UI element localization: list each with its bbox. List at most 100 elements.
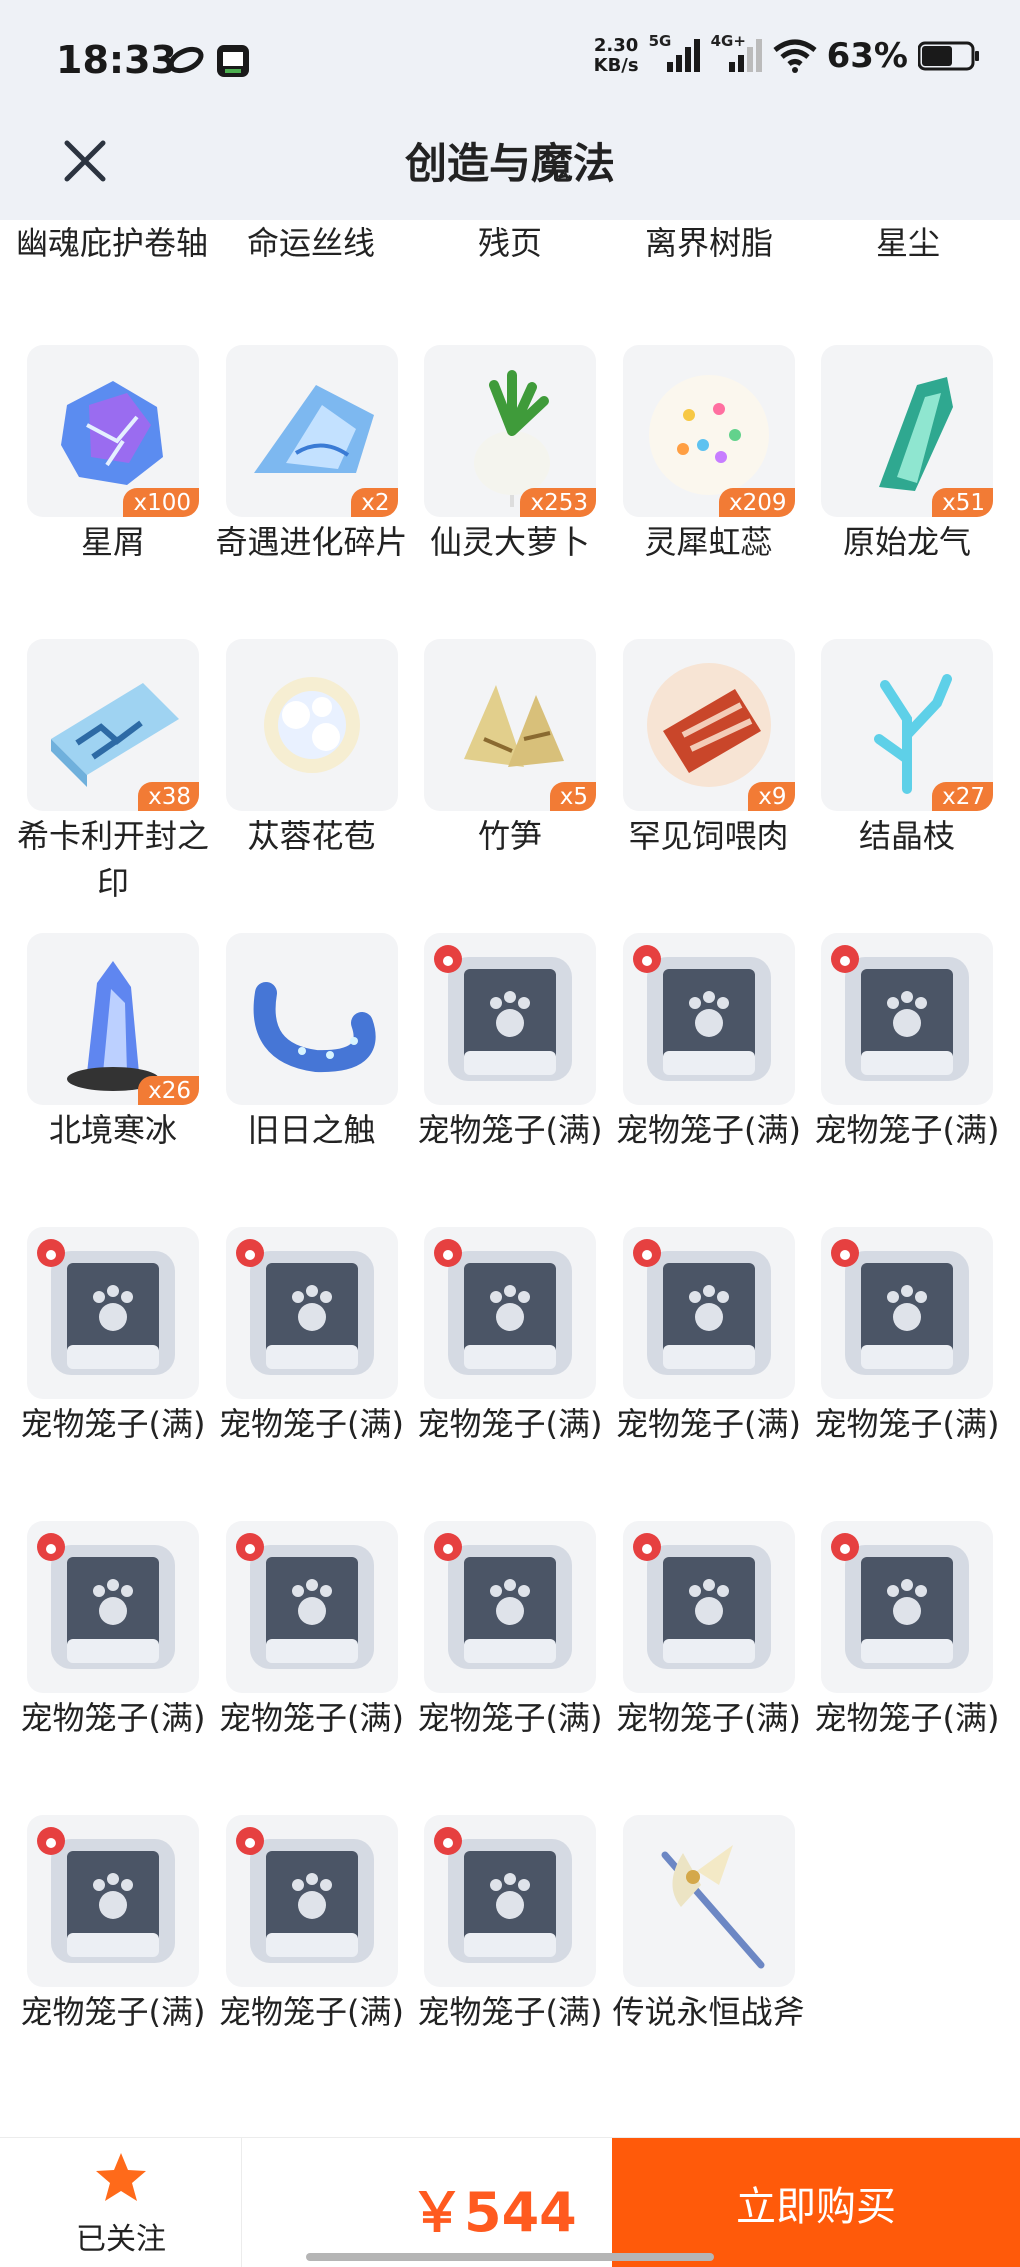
grid-item[interactable]: x209 灵犀虹蕊 bbox=[622, 345, 797, 566]
item-thumbnail: x100 bbox=[27, 345, 199, 517]
pet-cage-icon bbox=[831, 1239, 969, 1375]
grid-item[interactable]: 宠物笼子(满) bbox=[815, 1227, 999, 1448]
grid-item[interactable]: x26 北境寒冰 bbox=[27, 933, 201, 1154]
page-header: 创造与魔法 bbox=[0, 110, 1020, 220]
grid-item[interactable]: 宠物笼子(满) bbox=[418, 1521, 602, 1742]
item-count-badge: x9 bbox=[748, 782, 795, 811]
item-thumbnail bbox=[225, 933, 398, 1105]
grid-item[interactable]: 宠物笼子(满) bbox=[219, 1227, 404, 1448]
grid-item[interactable]: 宠物笼子(满) bbox=[418, 1815, 602, 2036]
grid-item[interactable]: 苁蓉花苞 bbox=[225, 639, 400, 860]
item-thumbnail bbox=[622, 1815, 795, 1987]
partial-item-label: 离界树脂 bbox=[644, 224, 773, 262]
net-speed-value: 2.30 bbox=[593, 35, 639, 56]
grid-item[interactable]: x27 结晶枝 bbox=[821, 639, 995, 860]
item-label: 宠物笼子(满) bbox=[814, 1699, 1000, 1737]
item-label: 宠物笼子(满) bbox=[417, 1111, 603, 1149]
grid-item[interactable]: 宠物笼子(满) bbox=[815, 1521, 999, 1742]
grid-item[interactable]: 宠物笼子(满) bbox=[815, 933, 999, 1154]
item-thumbnail bbox=[424, 1227, 596, 1399]
grid-item[interactable]: x253 仙灵大萝卜 bbox=[424, 345, 598, 566]
grid-item[interactable]: 宠物笼子(满) bbox=[616, 1227, 801, 1448]
item-label: 宠物笼子(满) bbox=[417, 1405, 603, 1443]
item-thumbnail bbox=[424, 933, 596, 1105]
pet-cage-icon bbox=[37, 1239, 175, 1375]
item-thumbnail bbox=[27, 1521, 199, 1693]
item-thumbnail bbox=[27, 1815, 199, 1987]
item-thumbnail: x253 bbox=[424, 345, 596, 517]
signal-5g: 5G bbox=[649, 32, 701, 76]
item-label: 仙灵大萝卜 bbox=[429, 523, 590, 561]
grid-item[interactable]: 宠物笼子(满) bbox=[418, 1227, 602, 1448]
grid-item[interactable]: 宠物笼子(满) bbox=[616, 933, 801, 1154]
item-thumbnail bbox=[225, 1815, 398, 1987]
item-count-badge: x5 bbox=[549, 782, 596, 811]
grid-item[interactable]: 宠物笼子(满) bbox=[21, 1815, 205, 2036]
item-label: 奇遇进化碎片 bbox=[215, 523, 408, 561]
battery-percent: 63% bbox=[826, 36, 908, 76]
partial-item-label: 命运丝线 bbox=[246, 224, 375, 262]
item-count-badge: x2 bbox=[351, 488, 398, 517]
item-label: 宠物笼子(满) bbox=[814, 1405, 1000, 1443]
item-thumbnail: x27 bbox=[821, 639, 993, 811]
grid-item[interactable]: 传说永恒战斧 bbox=[612, 1815, 805, 2036]
buy-now-button[interactable]: 立即购买 bbox=[612, 2138, 1020, 2267]
grid-item[interactable]: 宠物笼子(满) bbox=[21, 1521, 205, 1742]
item-label: 希卡利开封之印 bbox=[16, 817, 209, 902]
grid-item[interactable]: x2 奇遇进化碎片 bbox=[215, 345, 408, 566]
item-label: 宠物笼子(满) bbox=[20, 1405, 206, 1443]
item-thumbnail: x38 bbox=[27, 639, 199, 811]
item-label: 竹笋 bbox=[477, 817, 542, 855]
grid-item[interactable]: x5 竹笋 bbox=[424, 639, 598, 860]
grid-item[interactable]: 宠物笼子(满) bbox=[616, 1521, 801, 1742]
item-thumbnail bbox=[424, 1521, 596, 1693]
pet-cage-icon bbox=[434, 1239, 572, 1375]
grid-item[interactable]: 宠物笼子(满) bbox=[418, 933, 602, 1154]
item-count-badge: x209 bbox=[718, 488, 795, 517]
item-label: 宠物笼子(满) bbox=[616, 1699, 801, 1737]
net-speed: 2.30 KB/s bbox=[594, 36, 639, 76]
wifi-icon bbox=[773, 39, 817, 73]
item-label: 北境寒冰 bbox=[48, 1111, 177, 1149]
home-indicator[interactable] bbox=[306, 2253, 714, 2261]
status-bar: 18:33 2.30 KB/s 5G 4G+ 63% bbox=[0, 0, 1020, 120]
item-thumbnail: x209 bbox=[622, 345, 795, 517]
follow-button[interactable]: 已关注 bbox=[0, 2138, 242, 2267]
battery-icon bbox=[918, 41, 979, 71]
item-label: 宠物笼子(满) bbox=[219, 1993, 404, 2031]
flower-bud-icon bbox=[263, 677, 360, 773]
item-label: 旧日之触 bbox=[247, 1111, 376, 1149]
pet-cage-icon bbox=[632, 945, 771, 1081]
item-label: 宠物笼子(满) bbox=[616, 1111, 801, 1149]
grid-item[interactable]: x100 星屑 bbox=[27, 345, 201, 566]
grid-item[interactable]: 宠物笼子(满) bbox=[219, 1521, 404, 1742]
item-label: 苁蓉花苞 bbox=[247, 817, 376, 855]
pet-cage-icon bbox=[434, 1827, 572, 1963]
item-thumbnail bbox=[27, 1227, 199, 1399]
item-count-badge: x38 bbox=[138, 782, 199, 811]
grid-item[interactable]: x38 希卡利开封之印 bbox=[17, 639, 209, 907]
pet-cage-icon bbox=[235, 1827, 374, 1963]
battle-axe-icon bbox=[661, 1845, 764, 1969]
item-label: 宠物笼子(满) bbox=[417, 1993, 603, 2031]
grid-item[interactable]: 宠物笼子(满) bbox=[219, 1815, 404, 2036]
price: ￥544 bbox=[410, 2181, 577, 2244]
item-thumbnail bbox=[225, 1521, 398, 1693]
status-time: 18:33 bbox=[56, 38, 177, 82]
item-label: 宠物笼子(满) bbox=[814, 1111, 1000, 1149]
item-thumbnail: x2 bbox=[225, 345, 398, 517]
pet-cage-icon bbox=[434, 1533, 572, 1669]
item-label: 宠物笼子(满) bbox=[20, 1699, 206, 1737]
grid-item[interactable]: x51 原始龙气 bbox=[821, 345, 995, 566]
item-thumbnail: x5 bbox=[424, 639, 596, 811]
item-label: 宠物笼子(满) bbox=[219, 1699, 404, 1737]
status-right: 2.30 KB/s 5G 4G+ 63% bbox=[594, 32, 980, 76]
grid-item[interactable]: 旧日之触 bbox=[225, 933, 400, 1154]
app-badge-icon bbox=[217, 45, 249, 77]
item-thumbnail bbox=[622, 1227, 795, 1399]
item-thumbnail bbox=[225, 639, 398, 811]
item-thumbnail bbox=[622, 933, 795, 1105]
grid-item[interactable]: 宠物笼子(满) bbox=[21, 1227, 205, 1448]
grid-item[interactable]: x9 罕见饲喂肉 bbox=[622, 639, 797, 860]
item-label: 宠物笼子(满) bbox=[417, 1699, 603, 1737]
